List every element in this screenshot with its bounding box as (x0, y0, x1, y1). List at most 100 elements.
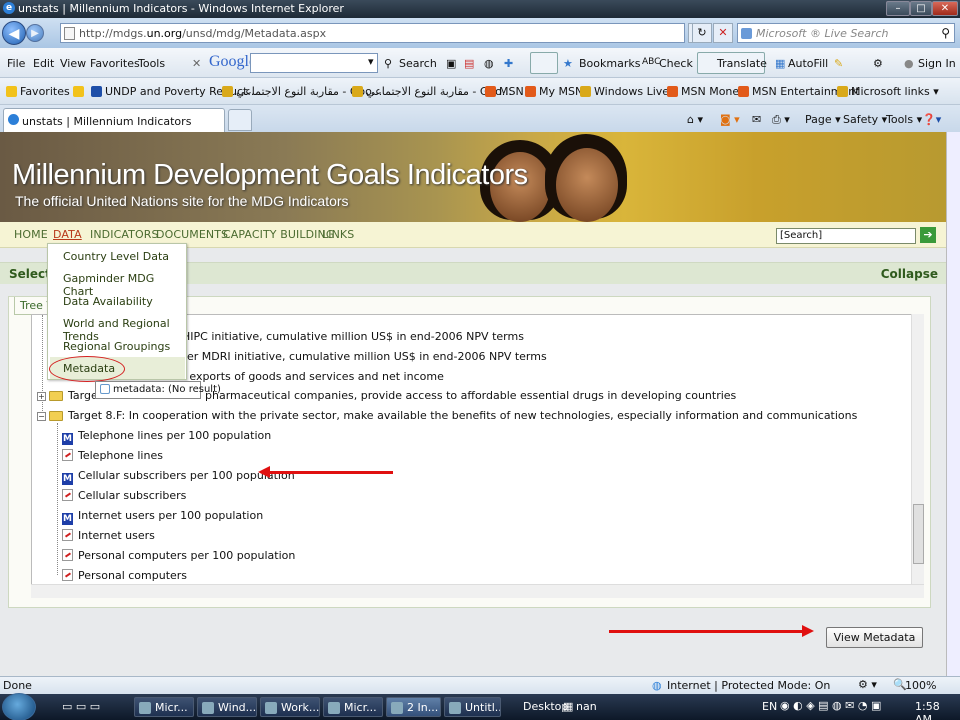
tree-row[interactable]: f exports of goods and services and net … (182, 370, 444, 383)
google-search-dropdown-icon[interactable]: ▾ (368, 55, 374, 68)
home-icon[interactable]: ⌂ ▾ (687, 113, 703, 126)
tree-leaf-internet-per-100[interactable]: M Internet users per 100 population (62, 509, 263, 525)
bookmarks-button[interactable]: Bookmarks (579, 57, 640, 70)
tree-leaf-internet[interactable]: Internet users (62, 529, 155, 542)
safety-menu[interactable]: Safety ▾ (843, 113, 887, 126)
task-ie[interactable]: 2 In... (386, 697, 441, 717)
tree-horizontal-scrollbar[interactable] (31, 584, 924, 598)
site-search-go-button[interactable]: ➔ (920, 227, 936, 243)
site-title: Millennium Development Goals Indicators (12, 159, 528, 191)
nav-home[interactable]: HOME (14, 228, 48, 241)
page-menu[interactable]: Page ▾ (805, 113, 841, 126)
new-tab-button[interactable] (228, 109, 252, 131)
wrench-icon[interactable]: ⚙ (873, 57, 883, 70)
minimize-button[interactable]: – (886, 1, 910, 16)
nav-data[interactable]: DATA (53, 228, 82, 241)
tray-icons[interactable]: ◉ ◐ ◈ ▤ ◍ ✉ ◔ ▣ (780, 699, 881, 712)
gmail-icon[interactable]: ▤ (464, 57, 474, 70)
print-icon[interactable]: ⎙ ▾ (772, 113, 790, 127)
tools-menu[interactable]: Tools ▾ (886, 113, 922, 126)
view-metadata-button[interactable]: View Metadata (826, 627, 923, 648)
menu-edit[interactable]: Edit (33, 57, 54, 70)
fav-windows-live[interactable]: Windows Live ▾ (580, 85, 678, 98)
tree-leaf-pc-per-100[interactable]: Personal computers per 100 population (62, 549, 295, 562)
menu-favorites[interactable]: Favorites (90, 57, 140, 70)
tree-vertical-scrollbar[interactable] (911, 314, 924, 598)
task-microsoft-2[interactable]: Micr... (323, 697, 383, 717)
tree-leaf-telephone-lines[interactable]: Telephone lines (62, 449, 163, 462)
close-toolbar-icon[interactable]: ✕ (192, 57, 201, 70)
quick-launch-icons[interactable]: ▭ ▭ ▭ (62, 700, 100, 713)
tree-row-target-8f[interactable]: − Target 8.F: In cooperation with the pri… (37, 409, 857, 422)
google-search-input[interactable] (250, 53, 378, 73)
fav-msn[interactable]: MSN (485, 85, 524, 98)
collapse-link[interactable]: Collapse (881, 267, 938, 281)
language-indicator[interactable]: EN (762, 700, 777, 713)
address-input[interactable]: http://mdgs.un.org/unsd/mdg/Metadata.asp… (60, 23, 685, 43)
task-work[interactable]: Work... (260, 697, 320, 717)
scroll-thumb[interactable] (913, 504, 924, 564)
fav-microsoft-links[interactable]: Microsoft links ▾ (837, 85, 939, 98)
close-button[interactable]: ✕ (932, 1, 958, 16)
autofill-button[interactable]: AutoFill (788, 57, 828, 70)
google-search-button[interactable]: Search (399, 57, 437, 70)
start-button[interactable] (2, 693, 36, 720)
news-icon[interactable]: ▣ (446, 57, 456, 70)
fav-msn-money[interactable]: MSN Money (667, 85, 746, 98)
menu-view[interactable]: View (60, 57, 86, 70)
zoom-level[interactable]: 100% (905, 679, 936, 692)
translate-button[interactable]: Translate (717, 57, 767, 70)
puzzle-icon[interactable]: ✚ (504, 57, 513, 70)
favorites-button[interactable]: Favorites (6, 85, 70, 98)
tree-row[interactable]: der MDRI initiative, cumulative million … (180, 350, 547, 363)
task-windows[interactable]: Wind... (197, 697, 257, 717)
tree-row-target-8e[interactable]: + Target (37, 389, 102, 402)
nav-links[interactable]: LINKS (322, 228, 354, 241)
stop-icon[interactable]: ✕ (713, 23, 733, 43)
annotation-arrow-left (258, 466, 393, 478)
collapse-icon[interactable]: − (37, 412, 46, 421)
nav-capacity-building[interactable]: CAPACITY BUILDING (223, 228, 334, 241)
tree-leaf-telephone-lines-per-100[interactable]: M Telephone lines per 100 population (62, 429, 271, 445)
signin-button[interactable]: Sign In (918, 57, 956, 70)
status-text: Done (3, 679, 32, 692)
desktop-toolbar[interactable]: Desktop (523, 700, 568, 713)
tree-row[interactable]: HIPC initiative, cumulative million US$ … (182, 330, 524, 343)
help-icon[interactable]: ❓▾ (922, 113, 941, 126)
pencil-icon[interactable]: ✎ (834, 57, 843, 70)
maximize-button[interactable]: □ (910, 1, 932, 16)
nan-toolbar[interactable]: nan (576, 700, 597, 713)
site-search-input[interactable]: [Search] (776, 228, 916, 244)
rss-icon[interactable]: ◙ ▾ (720, 113, 740, 126)
clock[interactable]: 1:58 AM (915, 700, 960, 720)
fav-my-msn[interactable]: My MSN (525, 85, 583, 98)
live-search-input[interactable]: Microsoft ® Live Search ⚲ (737, 23, 955, 43)
nav-documents[interactable]: DOCUMENTS (156, 228, 228, 241)
page-icon (222, 86, 233, 97)
menu-file[interactable]: File (7, 57, 25, 70)
check-button[interactable]: Check (659, 57, 693, 70)
tree-leaf-cellular[interactable]: Cellular subscribers (62, 489, 186, 502)
add-favorite-icon[interactable] (73, 85, 87, 98)
tab-unstats[interactable]: unstats | Millennium Indicators (3, 108, 225, 132)
menu-country-level-data[interactable]: Country Level Data (63, 250, 169, 263)
forward-button[interactable]: ▶ (26, 24, 44, 42)
protected-mode-icon[interactable]: ⚙ ▾ (858, 678, 877, 691)
nav-indicators[interactable]: INDICATORS (90, 228, 159, 241)
search-icon[interactable]: ⚲ (941, 26, 950, 40)
globe-icon[interactable]: ◍ (484, 57, 494, 70)
tree-leaf-pc[interactable]: Personal computers (62, 569, 187, 582)
menu-tools[interactable]: Tools (138, 57, 165, 70)
task-microsoft-1[interactable]: Micr... (134, 697, 194, 717)
google-search-icon[interactable]: ⚲ (384, 57, 392, 70)
menu-data-availability[interactable]: Data Availability (63, 295, 153, 308)
page-scrollbar[interactable] (946, 132, 960, 676)
expand-icon[interactable]: + (37, 392, 46, 401)
menu-regional-groupings[interactable]: Regional Groupings (63, 340, 170, 353)
tree-row[interactable]: pharmaceutical companies, provide access… (205, 389, 736, 402)
popup-blocker-icon[interactable] (530, 52, 558, 74)
mail-icon[interactable]: ✉ (752, 113, 761, 126)
task-untitled[interactable]: Untitl... (444, 697, 501, 717)
back-button[interactable]: ◀ (2, 21, 26, 45)
refresh-icon[interactable]: ↻ (692, 23, 712, 43)
